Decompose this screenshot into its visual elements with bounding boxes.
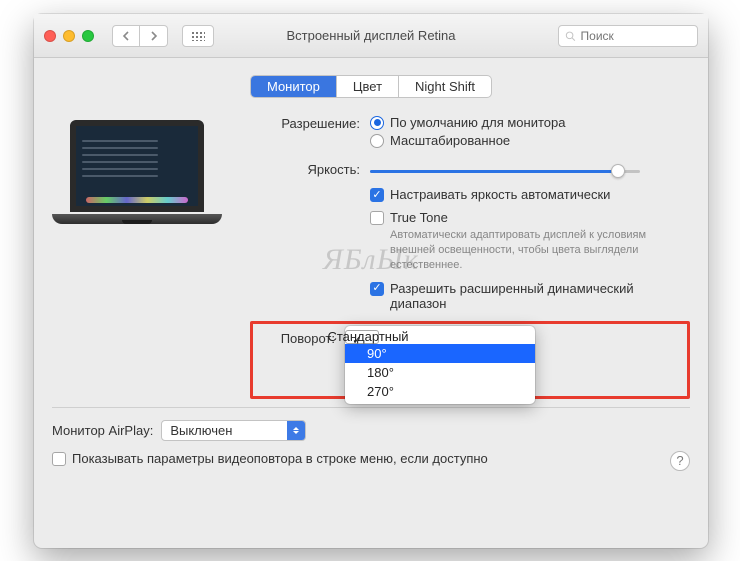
titlebar: Встроенный дисплей Retina [34, 14, 708, 58]
rotation-option-standard[interactable]: Стандартный [345, 330, 379, 344]
tab-color[interactable]: Цвет [336, 76, 398, 97]
close-icon[interactable] [44, 30, 56, 42]
nav-buttons [112, 25, 168, 47]
search-icon [565, 30, 576, 42]
back-button[interactable] [112, 25, 140, 47]
search-field[interactable] [581, 29, 691, 43]
brightness-label: Яркость: [250, 161, 370, 177]
grid-icon [191, 31, 205, 41]
window-body: Монитор Цвет Night Shift [34, 58, 708, 481]
zoom-icon[interactable] [82, 30, 94, 42]
truetone-text: True Tone [390, 210, 448, 225]
resolution-default-radio[interactable]: По умолчанию для монитора [370, 115, 690, 130]
settings-form: Разрешение: По умолчанию для монитора Ма… [250, 115, 690, 399]
mirror-checkbox[interactable]: Показывать параметры видеоповтора в стро… [52, 451, 690, 471]
radio-off-icon [370, 134, 384, 148]
airplay-select[interactable]: Выключен [161, 420, 306, 441]
airplay-value: Выключен [170, 423, 232, 438]
checkbox-on-icon [370, 188, 384, 202]
resolution-default-text: По умолчанию для монитора [390, 115, 565, 130]
auto-brightness-checkbox[interactable]: Настраивать яркость автоматически [370, 187, 690, 202]
hdr-text: Разрешить расширенный динамический диапа… [390, 281, 690, 311]
rotation-highlight: Поворот: Стандартный 90° 180° 270° [250, 321, 690, 399]
display-preview [52, 120, 222, 230]
window-controls [44, 30, 94, 42]
checkbox-off-icon [370, 211, 384, 225]
brightness-slider[interactable] [370, 163, 640, 179]
rotation-option-180[interactable]: 180° [345, 363, 535, 382]
tab-night-shift[interactable]: Night Shift [398, 76, 491, 97]
prefs-window: Встроенный дисплей Retina Монитор Цвет N… [34, 14, 708, 548]
resolution-label: Разрешение: [250, 115, 370, 131]
minimize-icon[interactable] [63, 30, 75, 42]
show-all-button[interactable] [182, 25, 214, 47]
resolution-scaled-text: Масштабированное [390, 133, 510, 148]
tab-bar: Монитор Цвет Night Shift [52, 76, 690, 97]
help-button[interactable]: ? [670, 451, 690, 471]
truetone-note: Автоматически адаптировать дисплей к усл… [390, 228, 670, 273]
tab-monitor[interactable]: Монитор [251, 76, 336, 97]
laptop-screen-icon [70, 120, 204, 212]
auto-brightness-text: Настраивать яркость автоматически [390, 187, 610, 202]
truetone-checkbox[interactable]: True Tone [370, 210, 690, 225]
airplay-label: Монитор AirPlay: [52, 423, 153, 438]
separator [52, 407, 690, 408]
forward-button[interactable] [140, 25, 168, 47]
hdr-checkbox[interactable]: Разрешить расширенный динамический диапа… [370, 281, 690, 311]
search-input[interactable] [558, 25, 698, 47]
radio-on-icon [370, 116, 384, 130]
stepper-icon [287, 421, 305, 440]
checkbox-on-icon [370, 282, 384, 296]
airplay-row: Монитор AirPlay: Выключен [52, 420, 690, 441]
checkbox-off-icon [52, 452, 66, 466]
rotation-menu: Стандартный 90° 180° 270° [345, 326, 535, 404]
rotation-option-270[interactable]: 270° [345, 382, 535, 401]
mirror-text: Показывать параметры видеоповтора в стро… [72, 451, 488, 466]
resolution-scaled-radio[interactable]: Масштабированное [370, 133, 690, 148]
rotation-option-90[interactable]: 90° [345, 344, 535, 363]
slider-knob-icon[interactable] [611, 164, 625, 178]
